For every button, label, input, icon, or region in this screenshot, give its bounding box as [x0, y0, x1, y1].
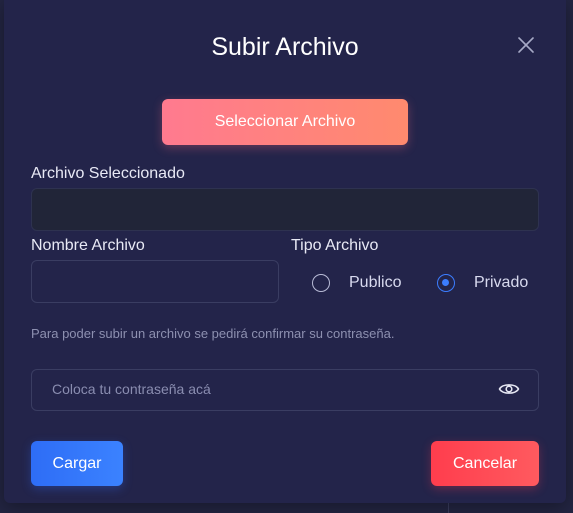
radio-public-label: Publico [349, 274, 402, 291]
password-placeholder: Coloca tu contraseña acá [52, 381, 211, 397]
close-icon[interactable] [516, 35, 536, 55]
file-name-input[interactable] [31, 260, 279, 303]
cancel-button[interactable]: Cancelar [431, 441, 539, 486]
eye-icon[interactable] [498, 380, 520, 398]
select-file-button[interactable]: Seleccionar Archivo [162, 99, 408, 145]
upload-file-modal: Subir Archivo Seleccionar Archivo Archiv… [4, 0, 566, 503]
radio-private-button[interactable] [437, 274, 455, 292]
radio-option-private[interactable]: Privado [437, 274, 528, 292]
modal-title: Subir Archivo [211, 33, 359, 61]
password-hint: Para poder subir un archivo se pedirá co… [31, 326, 395, 341]
load-button[interactable]: Cargar [31, 441, 123, 486]
radio-public-button[interactable] [312, 274, 330, 292]
file-type-label: Tipo Archivo [291, 237, 379, 254]
radio-option-public[interactable]: Publico [312, 274, 401, 292]
file-name-label: Nombre Archivo [31, 237, 145, 254]
radio-private-label: Privado [474, 274, 529, 291]
selected-file-field [31, 188, 539, 231]
selected-file-label: Archivo Seleccionado [31, 165, 185, 182]
